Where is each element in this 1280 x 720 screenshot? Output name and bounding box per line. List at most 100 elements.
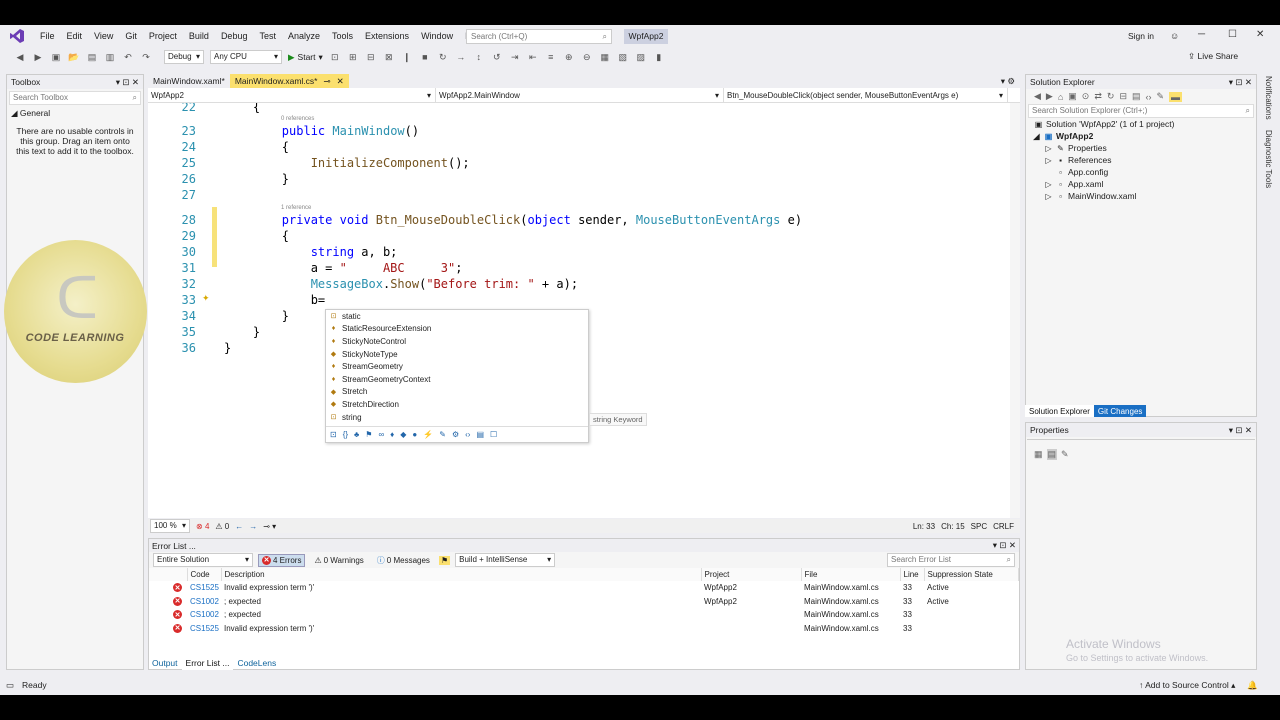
panel-buttons[interactable]: ▾ ⊡ ✕ <box>1229 77 1252 88</box>
config-dropdown[interactable]: Debug ▾ <box>164 50 204 64</box>
close-window-icon[interactable]: ✕ <box>1256 29 1264 40</box>
source-dropdown[interactable]: Build + IntelliSense ▾ <box>455 553 556 567</box>
menu-item-extensions[interactable]: Extensions <box>359 25 415 47</box>
sign-in-link[interactable]: Sign in <box>1128 31 1154 41</box>
tab-git-changes[interactable]: Git Changes <box>1093 405 1147 417</box>
panel-buttons[interactable]: ▾ ⊡ ✕ <box>116 77 139 88</box>
toolbar-icon[interactable]: ⊟ <box>365 51 377 63</box>
tree-item-mainwindow-xaml[interactable]: ▷ ▫ MainWindow.xaml <box>1026 190 1256 202</box>
intellisense-popup[interactable]: ⊡ static ♦ StaticResourceExtension ♦ StickyNo… <box>325 309 589 443</box>
intellisense-item[interactable]: ◆ Stretch <box>326 386 588 399</box>
tree-item-solution[interactable]: ▣ Solution 'WpfApp2' (1 of 1 project) <box>1026 118 1256 130</box>
filter-icon[interactable]: ▤ <box>476 430 484 439</box>
whitespace-indicator[interactable]: SPC <box>971 522 987 531</box>
save-all-icon[interactable]: ▥ <box>104 51 116 63</box>
toolbar-icon[interactable]: ⇤ <box>527 51 539 63</box>
property-pages-icon[interactable]: ✎ <box>1061 449 1069 460</box>
column-header-code[interactable]: Code <box>187 568 222 581</box>
intellisense-item[interactable]: ♦ StickyNoteControl <box>326 335 588 348</box>
column-header-suppression[interactable]: Suppression State <box>924 568 1019 581</box>
column-header-file[interactable]: File <box>801 568 901 581</box>
intellisense-item[interactable]: ♦ StreamGeometry <box>326 360 588 373</box>
notifications-tab[interactable]: Notifications <box>1264 76 1273 120</box>
properties-icon[interactable]: ✎ <box>1157 91 1165 102</box>
class-dropdown[interactable]: WpfApp2.MainWindow ▾ <box>436 88 724 103</box>
filter-icon[interactable]: ♦ <box>390 430 394 439</box>
toolbar-icon[interactable]: ⊠ <box>383 51 395 63</box>
panel-buttons[interactable]: ▾ ⊡ ✕ <box>1229 425 1252 436</box>
filter-icon[interactable]: ◆ <box>400 430 406 439</box>
back-icon[interactable]: ◀ <box>14 51 26 63</box>
forward-icon[interactable]: ▶ <box>32 51 44 63</box>
toolbar-icon[interactable]: → <box>455 51 467 63</box>
filter-icon[interactable]: ⚑ <box>438 555 451 565</box>
pin-icon[interactable]: ⊸ <box>323 76 330 87</box>
column-header-description[interactable]: Description <box>221 568 702 581</box>
tab-list-icon[interactable]: ▾ ⚙ <box>996 74 1020 88</box>
account-icon[interactable]: ☺ <box>1170 31 1182 43</box>
filter-icon[interactable]: ⊡ <box>330 430 337 439</box>
toolbar-icon[interactable]: ▦ <box>599 51 611 63</box>
pending-changes-icon[interactable]: ⊙ <box>1082 91 1090 102</box>
intellisense-item[interactable]: ◆ StretchDirection <box>326 398 588 411</box>
expand-icon[interactable]: ◢ <box>1032 132 1041 141</box>
intellisense-item[interactable]: ⊡ string <box>326 411 588 424</box>
undo-icon[interactable]: ↶ <box>122 51 134 63</box>
errors-filter-button[interactable]: ✕ 4 Errors <box>258 553 306 567</box>
tree-item-app-xaml[interactable]: ▷ ▫ App.xaml <box>1026 178 1256 190</box>
toolbar-icon[interactable]: ▧ <box>617 51 629 63</box>
filter-icon[interactable]: ⚡ <box>423 430 433 439</box>
filter-icon[interactable]: ⊸ ▾ <box>263 522 276 531</box>
table-row[interactable]: ✕ CS1002; expected WpfApp2 MainWindow.xaml.… <box>149 595 1019 609</box>
view-code-icon[interactable]: ‹› <box>1146 92 1152 102</box>
table-row[interactable]: ✕ CS1525 Invalid expression term ')' WpfApp… <box>149 581 1019 595</box>
intellisense-item[interactable]: ⊡ static <box>326 310 588 323</box>
column-header-project[interactable]: Project <box>701 568 802 581</box>
codelens-reference[interactable]: 1 reference <box>281 205 311 211</box>
toolbar-icon[interactable]: ⊕ <box>563 51 575 63</box>
table-row[interactable]: ✕ CS1525 Invalid expression term ')' MainWi… <box>149 622 1019 636</box>
filter-icon[interactable]: ⚙ <box>452 430 459 439</box>
save-icon[interactable]: ▤ <box>86 51 98 63</box>
tab-codelens[interactable]: CodeLens <box>233 657 280 670</box>
toolbar-icon[interactable]: ⊡ <box>329 51 341 63</box>
notification-bell-icon[interactable]: 🔔 <box>1247 680 1258 691</box>
collapse-icon[interactable]: ▷ <box>1044 180 1053 189</box>
intellisense-item[interactable]: ♦ StaticResourceExtension <box>326 323 588 336</box>
table-row[interactable]: ✕ CS1002; expected MainWindow.xaml.cs 33 <box>149 608 1019 622</box>
categorized-icon[interactable]: ▦ <box>1034 449 1043 460</box>
tab-solution-explorer[interactable]: Solution Explorer <box>1025 405 1094 417</box>
filter-icon[interactable]: ∞ <box>378 430 384 439</box>
alphabetical-icon[interactable]: ▤ <box>1046 449 1058 460</box>
intellisense-list[interactable]: ⊡ static ♦ StaticResourceExtension ♦ StickyNo… <box>326 310 588 423</box>
menu-item-test[interactable]: Test <box>253 25 282 47</box>
live-share-button[interactable]: ⇪ Live Share <box>1188 51 1238 62</box>
menu-item-tools[interactable]: Tools <box>326 25 359 47</box>
tab-error-list[interactable]: Error List ... <box>181 657 234 670</box>
filter-icon[interactable]: ⚑ <box>365 430 372 439</box>
toolbox-group-general[interactable]: ◢ General <box>7 107 143 120</box>
back-icon[interactable]: ◀ <box>1034 91 1041 102</box>
member-dropdown[interactable]: Btn_MouseDoubleClick(object sender, Mous… <box>724 88 1008 103</box>
zoom-dropdown[interactable]: 100 % ▾ <box>150 519 190 533</box>
redo-icon[interactable]: ↷ <box>140 51 152 63</box>
menu-item-build[interactable]: Build <box>183 25 215 47</box>
toolbar-icon[interactable]: ⊞ <box>347 51 359 63</box>
menu-item-file[interactable]: File <box>34 25 61 47</box>
minimize-icon[interactable]: ─ <box>1198 29 1205 40</box>
close-tab-icon[interactable]: ✕ <box>337 76 344 87</box>
error-code[interactable]: CS1525 <box>187 622 221 636</box>
visual-studio-logo-icon[interactable] <box>0 25 34 47</box>
intellisense-item[interactable]: ◆ StickyNoteType <box>326 348 588 361</box>
menu-item-edit[interactable]: Edit <box>61 25 89 47</box>
forward-icon[interactable]: ▶ <box>1046 91 1053 102</box>
line-ending-indicator[interactable]: CRLF <box>993 522 1014 531</box>
nav-back-icon[interactable]: ← <box>235 522 243 531</box>
collapse-all-icon[interactable]: ⊟ <box>1119 91 1127 102</box>
new-project-icon[interactable]: ▣ <box>50 51 62 63</box>
preview-icon[interactable]: ▬ <box>1169 91 1183 102</box>
error-code[interactable]: CS1002 <box>187 595 221 609</box>
menu-item-debug[interactable]: Debug <box>215 25 254 47</box>
toolbar-icon[interactable]: ⊖ <box>581 51 593 63</box>
bookmark-icon[interactable]: ▮ <box>653 51 665 63</box>
